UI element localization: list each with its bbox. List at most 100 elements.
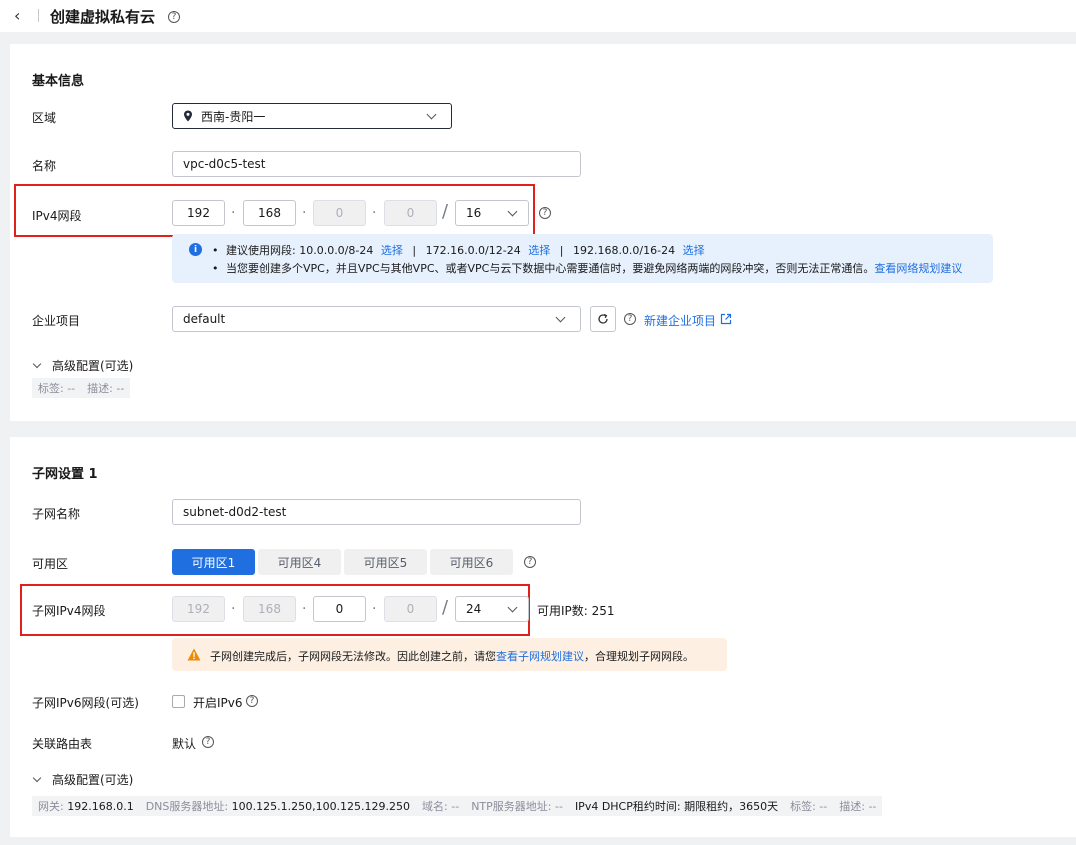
dot-separator: ·	[372, 205, 377, 221]
subnet-octet-4-value: 0	[406, 602, 415, 616]
subnet-octet-3[interactable]: 0	[313, 596, 366, 622]
help-icon[interactable]: ?	[168, 11, 180, 23]
available-ip-count: 可用IP数: 251	[537, 604, 615, 618]
subnet-name-value: subnet-d0d2-test	[183, 505, 287, 519]
advanced-label: 高级配置(可选)	[52, 773, 134, 787]
warning-icon	[187, 648, 201, 661]
tips-text: 192.168.0.0/16-24	[572, 244, 676, 257]
ipv4-octet-4-value: 0	[406, 206, 415, 220]
select-link-1[interactable]: 选择	[381, 244, 403, 257]
subnet-octet-2: 168	[243, 596, 296, 622]
subnet-warning-box: 子网创建完成后，子网网段无法修改。因此创建之前，请您查看子网规划建议，合理规划子…	[172, 638, 727, 671]
dhcp-key: IPv4 DHCP租约时间:	[574, 800, 681, 813]
subnet-octet-1: 192	[172, 596, 225, 622]
az-tab-6[interactable]: 可用区6	[430, 549, 513, 575]
gateway-key: 网关:	[38, 800, 64, 813]
location-pin-icon	[184, 110, 192, 122]
refresh-icon	[598, 313, 608, 324]
ipv4-mask-select[interactable]: 16	[455, 200, 529, 226]
tags-summary: 标签: --	[790, 800, 828, 813]
dhcp-value: 期限租约，3650天	[684, 800, 779, 813]
chevron-down-icon	[555, 312, 566, 323]
chevron-down-icon	[507, 602, 518, 613]
network-planning-link[interactable]: 查看网络规划建议	[874, 262, 962, 275]
dns-key: DNS服务器地址:	[145, 800, 229, 813]
subnet-mask-value: 24	[466, 602, 482, 616]
subnet-card: 子网设置 1 子网名称 subnet-d0d2-test 可用区 可用区1 可用…	[10, 437, 1076, 837]
enterprise-label: 企业项目	[32, 314, 81, 328]
section-title: 基本信息	[32, 74, 85, 89]
tips-line-2: • 当您要创建多个VPC，并且VPC与其他VPC、或者VPC与云下数据中心需要通…	[212, 260, 962, 276]
bullet: •	[212, 244, 219, 257]
subnet-octet-3-value: 0	[335, 602, 344, 616]
az-tab-1[interactable]: 可用区1	[172, 549, 255, 575]
ipv4-octet-2-value: 168	[258, 206, 281, 220]
ipv4-octet-2[interactable]: 168	[243, 200, 296, 226]
warning-text-1: 子网创建完成后，子网网段无法修改。因此创建之前，请您	[210, 650, 496, 663]
help-icon[interactable]: ?	[524, 556, 536, 568]
refresh-button[interactable]	[590, 306, 616, 332]
ipv6-label: 子网IPv6网段(可选)	[32, 696, 139, 710]
dot-separator: ·	[302, 205, 307, 221]
enable-ipv6-label[interactable]: 开启IPv6	[193, 694, 243, 711]
vpc-name-value: vpc-d0c5-test	[183, 157, 266, 171]
subnet-planning-link[interactable]: 查看子网规划建议	[496, 650, 584, 663]
tips-text: 建议使用网段: 10.0.0.0/8-24	[226, 244, 374, 257]
select-link-2[interactable]: 选择	[528, 244, 550, 257]
help-icon[interactable]: ?	[202, 736, 214, 748]
ipv4-octet-1[interactable]: 192	[172, 200, 225, 226]
desc-summary: 描述: --	[839, 800, 877, 813]
tips-text: 当您要创建多个VPC，并且VPC与其他VPC、或者VPC与云下数据中心需要通信时…	[226, 262, 875, 275]
subnet-mask-select[interactable]: 24	[455, 596, 529, 622]
back-icon[interactable]: ‹	[14, 6, 20, 25]
tips-text: 172.16.0.0/12-24	[425, 244, 521, 257]
warning-text: 子网创建完成后，子网网段无法修改。因此创建之前，请您查看子网规划建议，合理规划子…	[210, 648, 694, 664]
enterprise-project-select[interactable]: default	[172, 306, 581, 332]
dot-separator: ·	[372, 601, 377, 617]
dot-separator: ·	[231, 601, 236, 617]
tags-summary: 标签: --	[38, 382, 76, 395]
cidr-tips-box: i • 建议使用网段: 10.0.0.0/8-24 选择 | 172.16.0.…	[172, 234, 993, 283]
subnet-ipv4-label: 子网IPv4网段	[32, 604, 106, 618]
bullet: •	[212, 262, 219, 275]
advanced-summary: 标签: -- 描述: --	[32, 378, 131, 398]
subnet-name-input[interactable]: subnet-d0d2-test	[172, 499, 581, 525]
enterprise-project-value: default	[183, 312, 226, 326]
vpc-name-input[interactable]: vpc-d0c5-test	[172, 151, 581, 177]
new-enterprise-project-link[interactable]: 新建企业项目	[644, 312, 716, 329]
subnet-octet-4: 0	[384, 596, 437, 622]
pipe-divider: |	[412, 244, 417, 257]
ipv4-octet-4: 0	[384, 200, 437, 226]
enable-ipv6-checkbox[interactable]	[172, 695, 185, 708]
subnet-name-label: 子网名称	[32, 507, 81, 521]
desc-summary: 描述: --	[87, 382, 125, 395]
ipv4-mask-value: 16	[466, 206, 482, 220]
advanced-toggle[interactable]: 高级配置(可选)	[32, 357, 133, 374]
section-title: 子网设置 1	[32, 467, 98, 482]
page-header: ‹ 创建虚拟私有云 ?	[0, 0, 1076, 32]
ipv4-octet-3-value: 0	[335, 206, 344, 220]
domain-summary: 域名: --	[422, 800, 460, 813]
name-label: 名称	[32, 159, 57, 173]
help-icon[interactable]: ?	[246, 695, 258, 707]
select-link-3[interactable]: 选择	[683, 244, 705, 257]
region-select[interactable]: 西南-贵阳一	[172, 103, 452, 129]
advanced-toggle[interactable]: 高级配置(可选)	[32, 771, 134, 788]
chevron-down-icon	[32, 359, 42, 368]
dot-separator: ·	[302, 601, 307, 617]
divider	[38, 9, 39, 22]
pipe-divider: |	[559, 244, 564, 257]
external-link-icon[interactable]	[720, 313, 732, 325]
az-tab-4[interactable]: 可用区4	[258, 549, 341, 575]
help-icon[interactable]: ?	[539, 207, 551, 219]
subnet-octet-2-value: 168	[258, 602, 281, 616]
info-icon: i	[189, 243, 202, 256]
ipv4-octet-1-value: 192	[187, 206, 210, 220]
dot-separator: ·	[231, 205, 236, 221]
chevron-down-icon	[32, 773, 42, 782]
ipv4-label: IPv4网段	[32, 209, 82, 223]
az-tab-5[interactable]: 可用区5	[344, 549, 427, 575]
help-icon[interactable]: ?	[624, 313, 636, 325]
chevron-down-icon	[507, 206, 518, 217]
route-table-label: 关联路由表	[32, 737, 93, 751]
